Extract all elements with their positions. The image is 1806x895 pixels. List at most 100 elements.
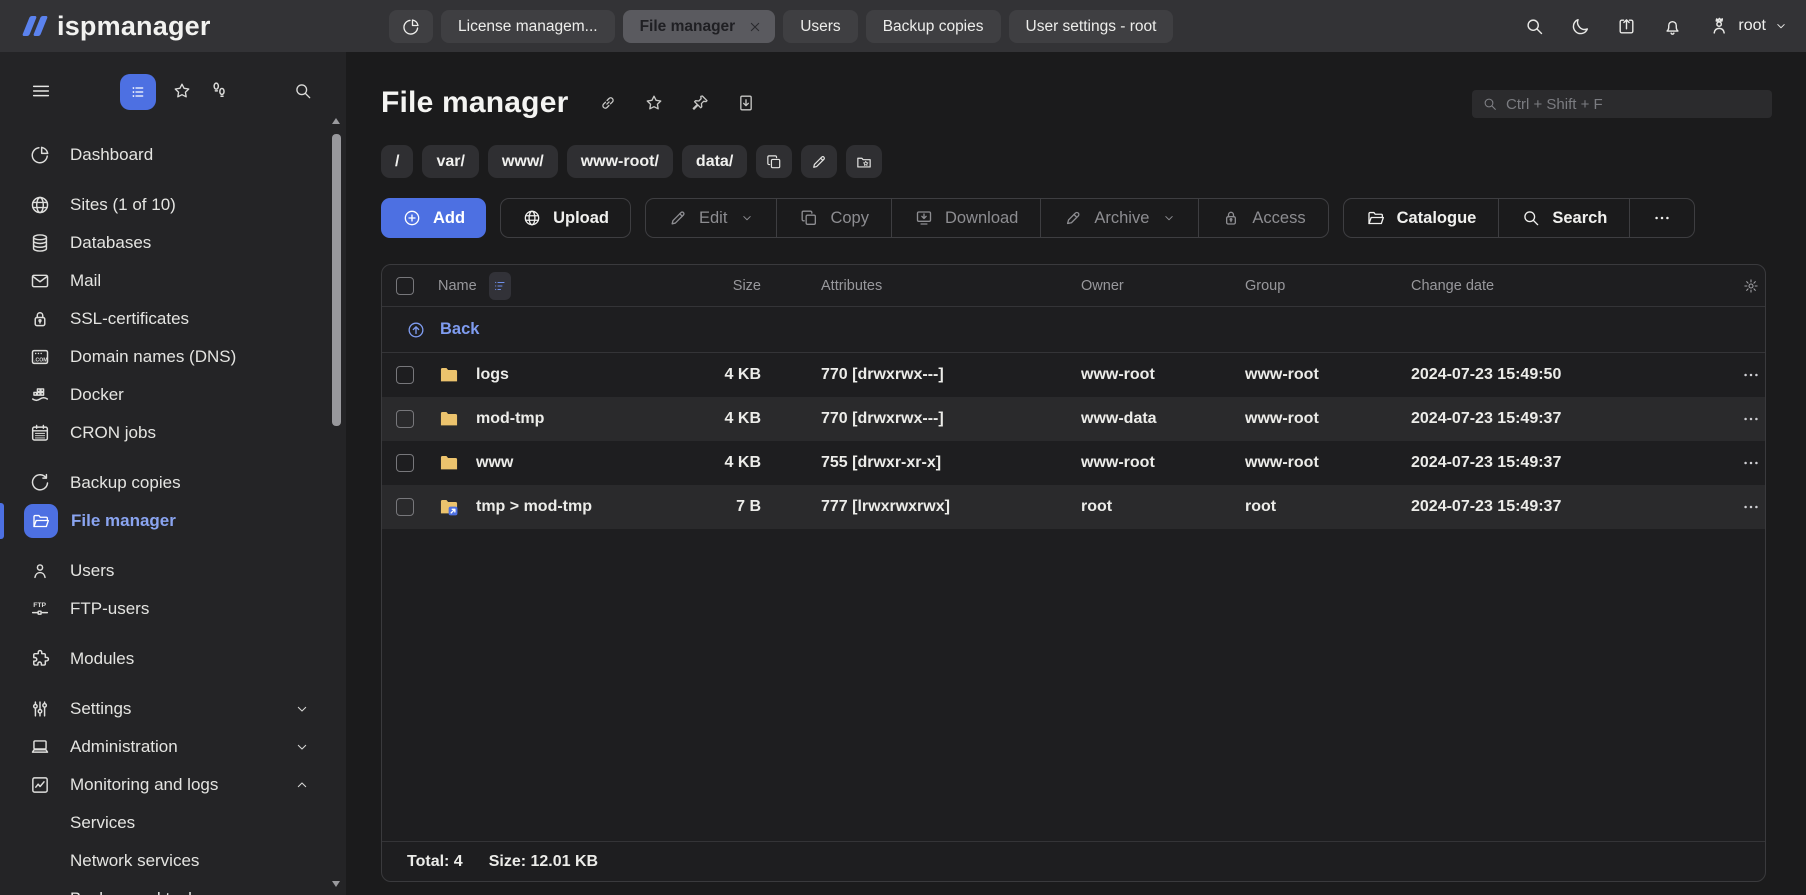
sidebar-search-icon[interactable]	[293, 81, 313, 101]
sidebar-item-administration[interactable]: Administration	[0, 728, 346, 766]
dark-mode-moon-icon[interactable]	[1570, 16, 1591, 37]
sidebar-item-sites[interactable]: Sites (1 of 10)	[0, 186, 346, 224]
favorite-folder-button[interactable]	[846, 145, 882, 178]
breadcrumb-www[interactable]: www/	[488, 145, 558, 178]
file-search-box	[1472, 90, 1772, 118]
folder-icon	[438, 364, 460, 386]
sidebar-item-docker[interactable]: Docker	[0, 376, 346, 414]
tab-dashboard[interactable]	[389, 10, 433, 43]
more-actions-button[interactable]	[1630, 199, 1694, 237]
sidebar-item-background-tasks[interactable]: Background tasks	[0, 880, 346, 895]
sidebar-item-databases[interactable]: Databases	[0, 224, 346, 262]
add-button[interactable]: Add	[381, 198, 486, 238]
sidebar-item-ssl-certificates[interactable]: SSL-certificates	[0, 300, 346, 338]
row-checkbox[interactable]	[396, 454, 414, 472]
pin-icon[interactable]	[690, 93, 710, 113]
tab-bar: License managem... File manager Users Ba…	[389, 10, 1173, 43]
up-circle-icon	[406, 320, 426, 340]
total-size-label: Size: 12.01 KB	[489, 853, 598, 871]
sidebar-item-services[interactable]: Services	[0, 804, 346, 842]
hamburger-menu-icon[interactable]	[30, 80, 52, 102]
padlock-icon	[28, 308, 52, 330]
breadcrumb-root[interactable]: /	[381, 145, 413, 178]
notifications-bell-icon[interactable]	[1662, 16, 1683, 37]
globe-upload-icon	[522, 208, 542, 228]
search-files-button[interactable]: Search	[1499, 199, 1629, 237]
row-checkbox[interactable]	[396, 366, 414, 384]
tab-user-settings-root[interactable]: User settings - root	[1009, 10, 1174, 43]
download-button[interactable]: Download	[892, 199, 1040, 237]
table-row[interactable]: mod-tmp 4 KB 770 [drwxrwx---] www-data w…	[382, 397, 1765, 441]
link-icon[interactable]	[598, 93, 618, 113]
row-menu-ellipsis-icon[interactable]	[1741, 453, 1761, 473]
sidebar-item-file-manager[interactable]: File manager	[0, 502, 346, 540]
folder-open-icon	[1366, 208, 1386, 228]
row-checkbox[interactable]	[396, 410, 414, 428]
table-row[interactable]: logs 4 KB 770 [drwxrwx---] www-root www-…	[382, 353, 1765, 397]
row-menu-ellipsis-icon[interactable]	[1741, 365, 1761, 385]
page-title: File manager	[381, 86, 568, 120]
row-menu-ellipsis-icon[interactable]	[1741, 409, 1761, 429]
copy-button[interactable]: Copy	[777, 199, 891, 237]
monitor-icon	[28, 736, 52, 758]
sidebar-item-monitoring-and-logs[interactable]: Monitoring and logs	[0, 766, 346, 804]
sidebar-item-network-services[interactable]: Network services	[0, 842, 346, 880]
tab-file-manager[interactable]: File manager	[623, 10, 776, 43]
sidebar-item-backup-copies[interactable]: Backup copies	[0, 464, 346, 502]
column-header-owner[interactable]: Owner	[1081, 278, 1245, 294]
export-icon[interactable]	[1616, 16, 1637, 37]
column-header-attributes[interactable]: Attributes	[761, 278, 1081, 294]
search-icon	[1482, 96, 1498, 112]
close-tab-icon[interactable]	[747, 19, 763, 35]
select-all-checkbox[interactable]	[396, 277, 414, 295]
search-icon[interactable]	[1524, 16, 1545, 37]
breadcrumb-data[interactable]: data/	[682, 145, 747, 178]
favorites-star-icon[interactable]	[172, 81, 192, 101]
row-checkbox[interactable]	[396, 498, 414, 516]
row-menu-ellipsis-icon[interactable]	[1741, 497, 1761, 517]
file-search-input[interactable]	[1506, 96, 1762, 113]
table-row[interactable]: tmp > mod-tmp 7 B 777 [lrwxrwxrwx] root …	[382, 485, 1765, 529]
scrollbar-up-arrow[interactable]	[332, 118, 340, 124]
sidebar-item-mail[interactable]: Mail	[0, 262, 346, 300]
export-document-icon[interactable]	[736, 93, 756, 113]
tab-backup-copies[interactable]: Backup copies	[866, 10, 1001, 43]
scrollbar-thumb[interactable]	[332, 134, 341, 426]
archive-button[interactable]: Archive	[1041, 199, 1198, 237]
tab-license-management[interactable]: License managem...	[441, 10, 615, 43]
access-button[interactable]: Access	[1199, 199, 1327, 237]
sidebar-item-cron-jobs[interactable]: CRON jobs	[0, 414, 346, 452]
sidebar-item-settings[interactable]: Settings	[0, 690, 346, 728]
sidebar-item-domain-names-dns[interactable]: .COM Domain names (DNS)	[0, 338, 346, 376]
table-settings-gear-icon[interactable]	[1736, 278, 1765, 294]
pie-chart-icon	[28, 144, 52, 166]
sidebar-item-modules[interactable]: Modules	[0, 640, 346, 678]
puzzle-icon	[28, 648, 52, 670]
catalogue-button[interactable]: Catalogue	[1344, 199, 1499, 237]
folder-open-icon	[24, 504, 58, 538]
user-menu[interactable]: root	[1708, 15, 1788, 37]
sort-by-name-icon[interactable]	[489, 272, 511, 300]
footprints-icon[interactable]	[208, 79, 230, 101]
star-icon[interactable]	[644, 93, 664, 113]
edit-path-button[interactable]	[801, 145, 837, 178]
ispmanager-logo[interactable]: ispmanager	[26, 11, 211, 42]
breadcrumb-www-root[interactable]: www-root/	[567, 145, 673, 178]
calendar-icon	[28, 422, 52, 444]
sidebar-item-dashboard[interactable]: Dashboard	[0, 136, 346, 174]
edit-button[interactable]: Edit	[646, 199, 776, 237]
scrollbar-down-arrow[interactable]	[332, 881, 340, 887]
breadcrumb-var[interactable]: var/	[422, 145, 478, 178]
upload-button[interactable]: Upload	[500, 198, 631, 238]
nav-list-icon[interactable]	[120, 74, 156, 110]
sidebar-item-users[interactable]: Users	[0, 552, 346, 590]
column-header-change-date[interactable]: Change date	[1411, 278, 1736, 294]
column-header-name[interactable]: Name	[428, 272, 701, 300]
tab-users[interactable]: Users	[783, 10, 857, 43]
sidebar-item-ftp-users[interactable]: FTP FTP-users	[0, 590, 346, 628]
column-header-group[interactable]: Group	[1245, 278, 1411, 294]
column-header-size[interactable]: Size	[701, 278, 761, 294]
back-row[interactable]: Back	[382, 307, 1765, 353]
table-row[interactable]: www 4 KB 755 [drwxr-xr-x] www-root www-r…	[382, 441, 1765, 485]
copy-path-button[interactable]	[756, 145, 792, 178]
